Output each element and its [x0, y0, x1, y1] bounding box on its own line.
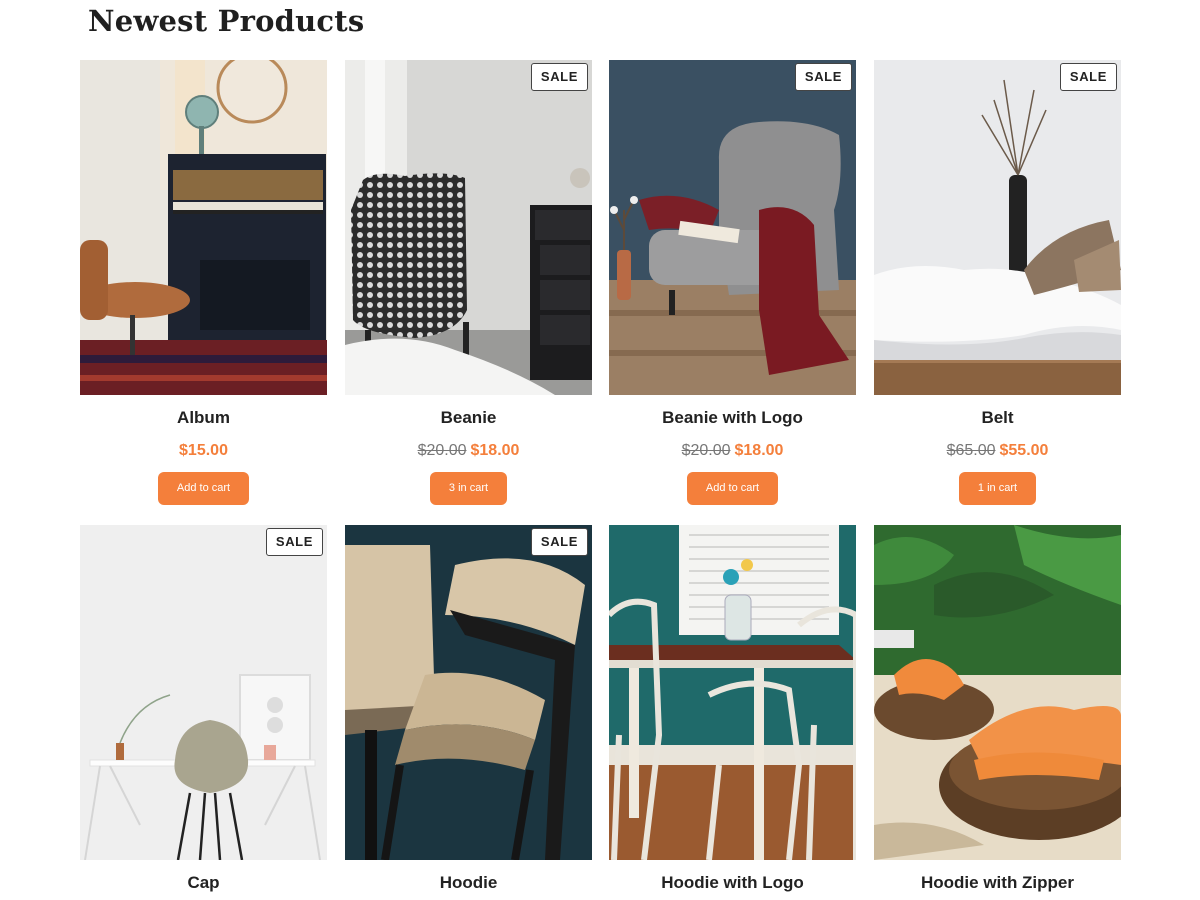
product-card-beanie-with-logo[interactable]: SALE Beanie with Logo $20.00 $18.00 Add t… [609, 60, 856, 505]
wooden-chairs-photo [345, 525, 592, 860]
patterned-armchair-photo [345, 60, 592, 395]
product-price: $15.00 [80, 441, 327, 461]
sale-badge: SALE [265, 528, 323, 556]
product-image-belt[interactable]: SALE [874, 60, 1121, 395]
product-image-album[interactable] [80, 60, 327, 395]
current-price: $55.00 [999, 442, 1049, 459]
sale-badge: SALE [530, 63, 588, 91]
current-price: $18.00 [470, 442, 520, 459]
old-price: $65.00 [946, 442, 996, 459]
product-title[interactable]: Beanie with Logo [609, 407, 856, 429]
product-title[interactable]: Album [80, 407, 327, 429]
add-to-cart-button[interactable]: Add to cart [157, 472, 250, 505]
product-image-hoodie[interactable]: SALE [345, 525, 592, 860]
page-title: Newest Products [88, 4, 365, 38]
white-chaise-lounge-photo [874, 60, 1121, 395]
product-title[interactable]: Beanie [345, 407, 592, 429]
grey-wingback-chair-photo [609, 60, 856, 395]
sale-badge: SALE [1059, 63, 1117, 91]
product-card-hoodie-with-zipper[interactable]: Hoodie with Zipper [874, 525, 1121, 894]
product-image-hoodie-with-logo[interactable] [609, 525, 856, 860]
product-title[interactable]: Hoodie [345, 872, 592, 894]
product-price: $20.00 $18.00 [345, 441, 592, 461]
product-card-album[interactable]: Album $15.00 Add to cart [80, 60, 327, 505]
product-price: $65.00 $55.00 [874, 441, 1121, 461]
product-title[interactable]: Hoodie with Logo [609, 872, 856, 894]
product-image-beanie-with-logo[interactable]: SALE [609, 60, 856, 395]
product-card-hoodie[interactable]: SALE Hoodie [345, 525, 592, 894]
product-card-cap[interactable]: SALE Cap [80, 525, 327, 894]
sale-badge: SALE [794, 63, 852, 91]
product-image-hoodie-with-zipper[interactable] [874, 525, 1121, 860]
add-to-cart-button[interactable]: Add to cart [686, 472, 779, 505]
sale-badge: SALE [530, 528, 588, 556]
current-price: $15.00 [179, 442, 228, 459]
product-card-beanie[interactable]: SALE Beanie $20.00 $18.00 3 in cart [345, 60, 592, 505]
piano-room-photo [80, 60, 327, 395]
wicker-patio-chairs-photo [874, 525, 1121, 860]
dining-table-photo [609, 525, 856, 860]
product-image-cap[interactable]: SALE [80, 525, 327, 860]
current-price: $18.00 [734, 442, 784, 459]
product-image-beanie[interactable]: SALE [345, 60, 592, 395]
in-cart-button[interactable]: 3 in cart [429, 472, 508, 505]
product-title[interactable]: Belt [874, 407, 1121, 429]
product-card-belt[interactable]: SALE Belt $65.00 $55.00 1 in cart [874, 60, 1121, 505]
white-desk-chair-photo [80, 525, 327, 860]
old-price: $20.00 [681, 442, 731, 459]
product-card-hoodie-with-logo[interactable]: Hoodie with Logo [609, 525, 856, 894]
old-price: $20.00 [417, 442, 467, 459]
product-title[interactable]: Hoodie with Zipper [874, 872, 1121, 894]
product-price: $20.00 $18.00 [609, 441, 856, 461]
product-title[interactable]: Cap [80, 872, 327, 894]
in-cart-button[interactable]: 1 in cart [958, 472, 1037, 505]
